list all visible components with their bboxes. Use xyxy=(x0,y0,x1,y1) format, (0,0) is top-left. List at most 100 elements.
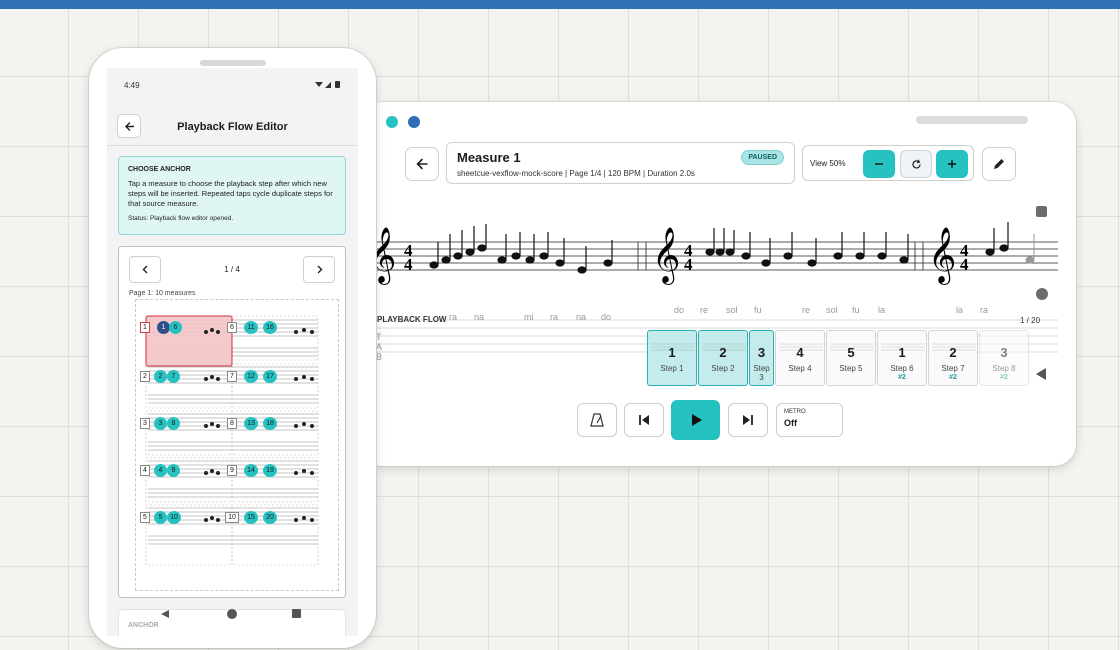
metronome-label: METRO xyxy=(784,409,806,415)
phone-speaker xyxy=(200,60,266,66)
svg-text:ra: ra xyxy=(550,312,558,322)
play-icon xyxy=(691,414,702,426)
svg-text:na: na xyxy=(576,312,586,322)
status-icons xyxy=(314,80,342,91)
flow-step[interactable]: 1 Step 1 xyxy=(647,330,697,386)
svg-text:ra: ra xyxy=(980,305,988,315)
step-badge[interactable]: 6 xyxy=(169,321,182,334)
measure-info-card: Measure 1 sheetcue-vexflow-mock-score | … xyxy=(446,142,795,184)
bottom-card-label: ANCHOR xyxy=(128,622,159,629)
svg-text:do: do xyxy=(601,312,611,322)
svg-text:do: do xyxy=(674,305,684,315)
view-zoom-group: View 50% xyxy=(802,145,974,181)
window-dot-teal xyxy=(386,116,398,128)
svg-text:la: la xyxy=(956,305,963,315)
measure-number[interactable]: 9 xyxy=(227,465,237,476)
previous-button[interactable] xyxy=(624,403,664,437)
measure-number[interactable]: 8 xyxy=(227,418,237,429)
flow-step[interactable]: 2 Step 2 xyxy=(698,330,748,386)
step-badge[interactable]: 9 xyxy=(167,464,180,477)
step-badge[interactable]: 5 xyxy=(154,511,167,524)
step-badge[interactable]: 4 xyxy=(154,464,167,477)
anchor-info-card: CHOOSE ANCHOR Tap a measure to choose th… xyxy=(118,156,346,235)
svg-text:A: A xyxy=(376,342,382,352)
flow-step[interactable]: 3 Step 3 xyxy=(749,330,774,386)
status-time: 4:49 xyxy=(124,81,140,90)
metronome-icon xyxy=(590,413,604,427)
zoom-reset-button[interactable] xyxy=(900,150,932,178)
nav-home-icon[interactable] xyxy=(227,609,237,619)
signal-battery-icon xyxy=(315,81,340,88)
svg-text:fu: fu xyxy=(852,305,860,315)
minus-icon xyxy=(875,163,883,165)
step-badge[interactable]: 8 xyxy=(167,417,180,430)
step-badge[interactable]: 15 xyxy=(244,511,258,524)
step-badge[interactable]: 3 xyxy=(154,417,167,430)
arrow-left-icon xyxy=(416,158,428,170)
plus-icon xyxy=(948,160,956,168)
step-badge[interactable]: 2 xyxy=(154,370,167,383)
window-dot-blue xyxy=(408,116,420,128)
metronome-value: Off xyxy=(784,418,797,428)
measure-number[interactable]: 6 xyxy=(227,322,237,333)
back-button[interactable] xyxy=(405,147,439,181)
step-badge[interactable]: 12 xyxy=(244,370,258,383)
svg-text:na: na xyxy=(474,312,484,322)
triangle-left-icon[interactable] xyxy=(1035,367,1047,381)
svg-text:la: la xyxy=(878,305,885,315)
next-button[interactable] xyxy=(728,403,768,437)
svg-text:sol: sol xyxy=(726,305,738,315)
step-badge[interactable]: 7 xyxy=(167,370,180,383)
skip-forward-icon xyxy=(743,415,753,425)
tab-letter-t: T xyxy=(376,332,382,342)
status-badge: PAUSED xyxy=(741,150,784,165)
metronome-button[interactable] xyxy=(577,403,617,437)
playback-flow-count: 1 / 20 xyxy=(1020,316,1041,325)
svg-text:4: 4 xyxy=(404,255,413,274)
step-badge[interactable]: 11 xyxy=(244,321,258,334)
anchor-status: Status: Playback flow editor opened. xyxy=(128,215,234,222)
play-button[interactable] xyxy=(671,400,720,440)
step-badge[interactable]: 13 xyxy=(244,417,258,430)
edit-button[interactable] xyxy=(982,147,1016,181)
zoom-in-button[interactable] xyxy=(936,150,968,178)
step-badge[interactable]: 14 xyxy=(244,464,258,477)
nav-back-icon[interactable] xyxy=(160,609,170,619)
step-badge[interactable]: 19 xyxy=(263,464,277,477)
measure-title: Measure 1 xyxy=(457,150,521,165)
treble-clef: 𝄞 xyxy=(374,227,396,285)
flow-step[interactable]: 4 Step 4 xyxy=(775,330,825,386)
flow-step[interactable]: 1 Step 6 #2 xyxy=(877,330,927,386)
score-sheet: 1 1 6 6 11 16 2 2 7 7 12 17 3 3 8 8 13 1… xyxy=(135,299,339,591)
nav-recents-icon[interactable] xyxy=(292,609,301,618)
page-title: Playback Flow Editor xyxy=(177,121,288,133)
measure-number[interactable]: 2 xyxy=(140,371,150,382)
measure-number[interactable]: 3 xyxy=(140,418,150,429)
refresh-icon xyxy=(911,158,921,169)
measure-number[interactable]: 5 xyxy=(140,512,150,523)
flow-step[interactable]: 3 Step 8 #2 xyxy=(979,330,1029,386)
step-badge[interactable]: 20 xyxy=(263,511,277,524)
measure-number[interactable]: 7 xyxy=(227,371,237,382)
measure-number[interactable]: 10 xyxy=(225,512,239,523)
score-sheet-lines xyxy=(145,315,319,566)
flow-step[interactable]: 2 Step 7 #2 xyxy=(928,330,978,386)
stop-icon[interactable] xyxy=(1036,206,1047,217)
svg-text:4: 4 xyxy=(684,255,693,274)
header-divider xyxy=(107,145,358,146)
step-badge[interactable]: 10 xyxy=(167,511,181,524)
page-meta: Page 1: 10 measures xyxy=(129,290,196,297)
measure-number[interactable]: 1 xyxy=(140,322,150,333)
step-badge[interactable]: 17 xyxy=(263,370,277,383)
metronome-select[interactable]: METRO Off xyxy=(776,403,843,437)
next-page-button[interactable] xyxy=(303,256,335,283)
pencil-icon xyxy=(994,159,1004,169)
record-icon[interactable] xyxy=(1036,288,1048,300)
measure-number[interactable]: 4 xyxy=(140,465,150,476)
flow-step[interactable]: 5 Step 5 xyxy=(826,330,876,386)
svg-text:𝄞: 𝄞 xyxy=(652,227,680,285)
step-badge[interactable]: 16 xyxy=(263,321,277,334)
zoom-out-button[interactable] xyxy=(863,150,895,178)
svg-text:4: 4 xyxy=(960,255,969,274)
step-badge[interactable]: 18 xyxy=(263,417,277,430)
